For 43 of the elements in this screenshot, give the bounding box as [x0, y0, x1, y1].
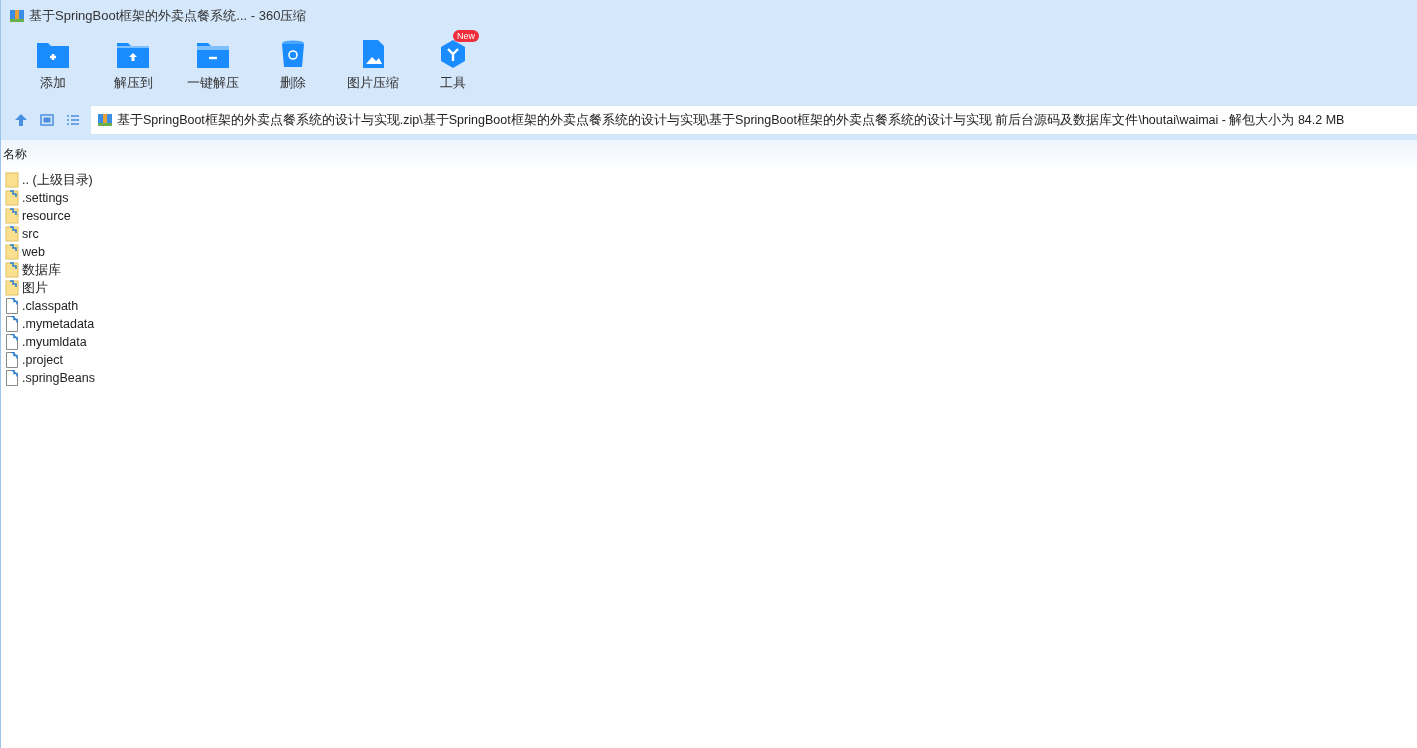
thumbnail-view-icon[interactable]: [39, 112, 55, 128]
folder-upload-icon: [117, 40, 149, 68]
new-badge: New: [453, 30, 479, 42]
folder-shortcut-icon: [5, 226, 19, 242]
file-icon: [5, 370, 19, 386]
file-name[interactable]: 图片: [22, 279, 48, 297]
file-name[interactable]: .settings: [22, 191, 69, 205]
folder-minus-icon: [197, 40, 229, 68]
archive-icon: [97, 112, 113, 128]
file-name[interactable]: resource: [22, 209, 71, 223]
file-name[interactable]: 数据库: [22, 261, 61, 279]
archive-icon: [9, 8, 25, 24]
file-name[interactable]: .mymetadata: [22, 317, 95, 331]
toolbar-button[interactable]: 一键解压: [173, 32, 253, 102]
folder-plus-icon: [37, 40, 69, 68]
file-icon: [5, 298, 19, 314]
file-name[interactable]: web: [22, 245, 45, 259]
window-title: 基于SpringBoot框架的外卖点餐系统... - 360压缩: [29, 7, 307, 25]
file-name[interactable]: .classpath: [22, 299, 79, 313]
file-name[interactable]: .springBeans: [22, 371, 95, 385]
list-view-icon[interactable]: [65, 112, 81, 128]
column-header[interactable]: 名称: [1, 144, 1417, 171]
address-path: 基于SpringBoot框架的外卖点餐系统的设计与实现.zip\基于SpringBoot框架的外卖点餐系统的设计与实现\基于SpringBoot框架的外卖点餐系统的设计与实现 前后台源码及数据库文件\houtai\waimai - 解包大小为 84.2 MB: [117, 111, 1345, 129]
file-name[interactable]: .project: [22, 353, 63, 367]
toolbar-button[interactable]: 添加: [13, 32, 93, 102]
folder-shortcut-icon: [5, 262, 19, 278]
file-icon: [5, 316, 19, 332]
toolbar-button[interactable]: New 工具: [413, 32, 493, 102]
address-bar[interactable]: 基于SpringBoot框架的外卖点餐系统的设计与实现.zip\基于SpringBoot框架的外卖点餐系统的设计与实现\基于SpringBoot框架的外卖点餐系统的设计与实现 前后台源码及数据库文件\houtai\waimai - 解包大小为 84.2 MB: [91, 106, 1417, 134]
folder-shortcut-icon: [5, 280, 19, 296]
folder-shortcut-icon: [5, 208, 19, 224]
up-arrow-icon[interactable]: [13, 112, 29, 128]
toolbar-button[interactable]: 解压到: [93, 32, 173, 102]
file-name[interactable]: .myumldata: [22, 335, 87, 349]
file-name[interactable]: src: [22, 227, 39, 241]
folder-shortcut-icon: [5, 190, 19, 206]
toolbar-button[interactable]: 删除: [253, 32, 333, 102]
folder-shortcut-icon: [5, 244, 19, 260]
file-icon: [5, 352, 19, 368]
file-name[interactable]: .. (上级目录): [22, 171, 93, 189]
folder-icon: [5, 172, 19, 188]
file-icon: [5, 334, 19, 350]
toolbar-button[interactable]: 图片压缩: [333, 32, 413, 102]
